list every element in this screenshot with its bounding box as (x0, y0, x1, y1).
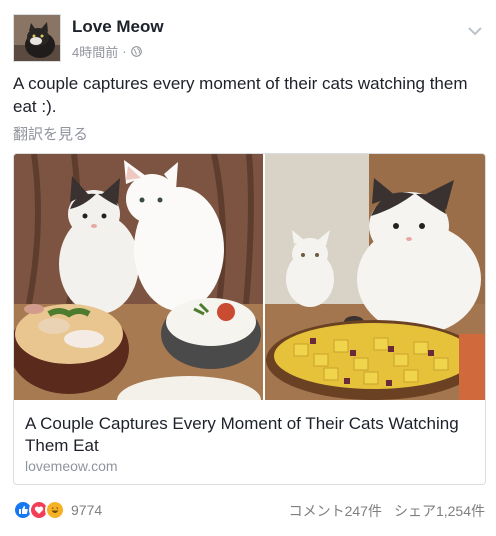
shares-count-link[interactable]: シェア1,254件 (394, 501, 485, 521)
cats-watching-food-photo (14, 154, 485, 400)
post-message: A couple captures every moment of their … (13, 74, 468, 116)
link-domain: lovemeow.com (25, 458, 118, 474)
post-timestamp[interactable]: 4時間前 (72, 42, 118, 61)
link-preview-card[interactable]: A Couple Captures Every Moment of Their … (13, 153, 486, 485)
cat-avatar-icon (14, 15, 60, 61)
reaction-summary[interactable]: 9774 (13, 500, 102, 520)
haha-icon (45, 500, 65, 520)
reaction-count: 9774 (71, 502, 103, 518)
link-title[interactable]: A Couple Captures Every Moment of Their … (25, 413, 475, 457)
comments-count-link[interactable]: コメント247件 (289, 501, 382, 521)
see-translation-link[interactable]: 翻訳を見る (13, 123, 88, 144)
engagement-stats: コメント247件 シェア1,254件 (289, 501, 485, 521)
chevron-down-icon[interactable] (466, 24, 484, 38)
feed-post: Love Meow 4時間前 · A couple captures every… (0, 0, 496, 536)
globe-icon[interactable] (130, 46, 142, 57)
link-preview-image[interactable] (14, 154, 485, 400)
post-meta: 4時間前 · (72, 42, 142, 61)
page-name-link[interactable]: Love Meow (72, 17, 164, 37)
meta-separator: · (122, 44, 127, 59)
page-avatar[interactable] (13, 14, 61, 62)
